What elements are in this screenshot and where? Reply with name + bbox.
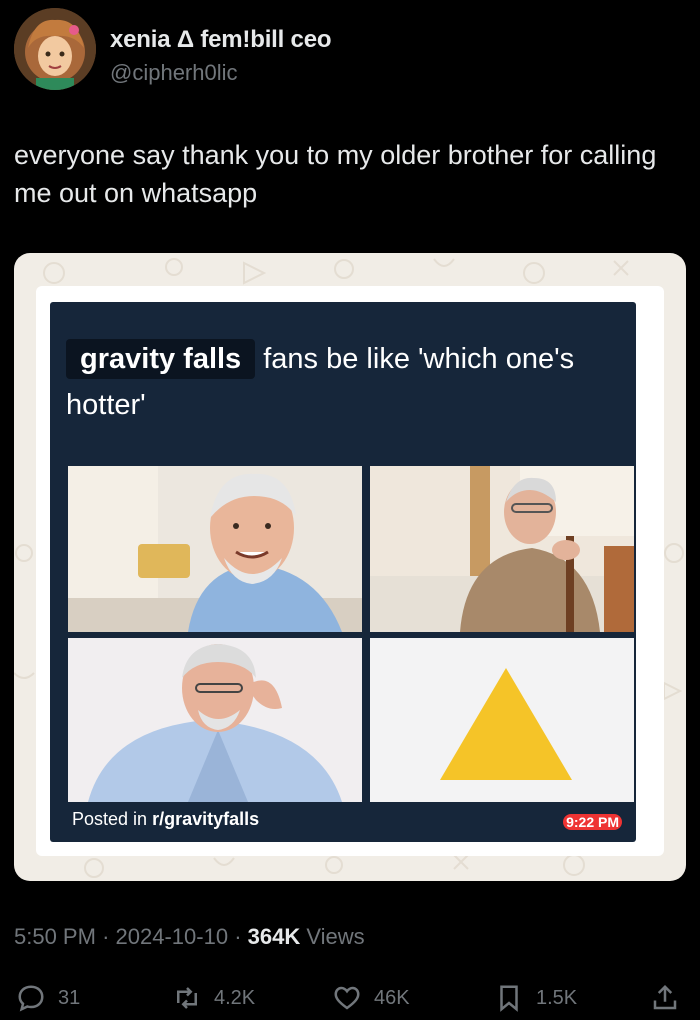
subreddit-name: r/gravityfalls <box>152 809 260 829</box>
posted-prefix: Posted in <box>72 809 153 829</box>
repost-button[interactable]: 4.2K <box>172 978 255 1018</box>
repost-count: 4.2K <box>214 986 256 1009</box>
like-count: 46K <box>374 986 410 1009</box>
tweet-media[interactable]: gravity falls fans be like 'which one's … <box>14 253 686 881</box>
bookmark-button[interactable]: 1.5K <box>494 978 577 1018</box>
tweet-header: xenia Δ fem!bill ceo @cipherh0lic <box>14 8 674 90</box>
bookmark-icon <box>500 985 518 1012</box>
author-display-name[interactable]: xenia Δ fem!bill ceo <box>110 26 332 54</box>
share-button[interactable] <box>650 978 680 1018</box>
meme-grid <box>68 466 634 802</box>
like-button[interactable]: 46K <box>332 978 410 1018</box>
author-handle[interactable]: @cipherh0lic <box>110 60 238 86</box>
reply-icon <box>18 985 44 1012</box>
man-with-cane-photo-icon <box>370 466 634 632</box>
chat-timestamp: 9:22 PM <box>563 814 622 830</box>
yellow-triangle-icon <box>370 638 634 802</box>
harold-headache-photo-icon <box>68 638 362 802</box>
harold-smiling-photo-icon <box>68 466 362 632</box>
bookmark-count: 1.5K <box>536 986 578 1009</box>
views-count: 364K <box>247 924 301 949</box>
meme-image: gravity falls fans be like 'which one's … <box>50 302 636 842</box>
tweet-time[interactable]: 5:50 PM <box>14 924 96 949</box>
tweet-date[interactable]: 2024-10-10 <box>116 924 229 949</box>
share-icon <box>653 984 677 1010</box>
posted-in-label: Posted in r/gravityfalls <box>72 809 259 830</box>
heart-icon <box>334 986 360 1010</box>
meta-separator: · <box>234 924 242 949</box>
tweet-meta: 5:50 PM · 2024-10-10 · 364K Views <box>14 924 365 950</box>
meme-caption-highlight: gravity falls <box>66 339 256 379</box>
action-bar: 31 4.2K 46K 1.5K <box>0 978 700 1018</box>
reply-count: 31 <box>58 986 81 1009</box>
avatar-illustration-icon <box>14 8 96 90</box>
reply-button[interactable]: 31 <box>16 978 80 1018</box>
avatar[interactable] <box>14 8 96 90</box>
tweet-text: everyone say thank you to my older broth… <box>14 140 657 208</box>
meta-separator: · <box>102 924 110 949</box>
repost-icon <box>177 987 197 1009</box>
views-label: Views <box>306 924 365 949</box>
meme-caption: gravity falls fans be like 'which one's … <box>66 336 626 428</box>
